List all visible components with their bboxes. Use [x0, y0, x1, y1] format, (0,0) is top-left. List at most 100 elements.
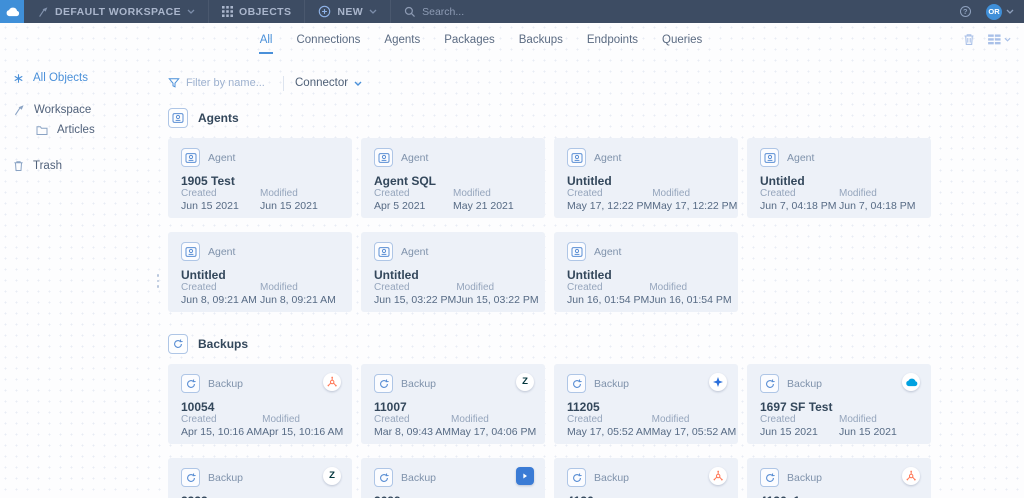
object-card[interactable]: Backup 4136 Created Modified	[554, 458, 738, 498]
global-search[interactable]	[391, 0, 545, 23]
created-label: Created	[760, 414, 839, 425]
created-value: Mar 8, 09:43 AM	[374, 426, 451, 438]
view-toggle[interactable]	[988, 34, 1011, 45]
object-card[interactable]: Backup 11205 Created May 17, 05:52 AM Mo…	[554, 364, 738, 444]
sidebar-item-workspace[interactable]: Workspace	[0, 98, 160, 122]
created-value: Jun 15, 03:22 PM	[374, 294, 456, 306]
modified-value: May 21 2021	[453, 200, 532, 212]
tab-endpoints[interactable]: Endpoints	[586, 25, 639, 54]
agent-icon	[374, 148, 393, 167]
object-card[interactable]: Backup Z 11007 Created Mar 8, 09:43 AM M…	[361, 364, 545, 444]
new-button[interactable]: NEW	[305, 0, 390, 23]
card-name: 10054	[181, 400, 339, 414]
zendesk-icon: Z	[323, 467, 341, 485]
workspace-selector[interactable]: DEFAULT WORKSPACE	[24, 0, 208, 23]
tab-agents[interactable]: Agents	[383, 25, 421, 54]
backup-icon	[168, 334, 188, 354]
objects-button[interactable]: OBJECTS	[209, 0, 304, 23]
card-name: 4136	[567, 494, 725, 498]
asterisk-icon	[13, 73, 24, 84]
card-type-label: Backup	[401, 472, 436, 484]
modified-value: Jun 8, 09:21 AM	[260, 294, 339, 306]
tabs: All Connections Agents Packages Backups …	[259, 25, 704, 54]
created-value: Apr 5 2021	[374, 200, 453, 212]
app-window: DEFAULT WORKSPACE OBJECTS NEW	[0, 0, 1024, 498]
tab-connections[interactable]: Connections	[295, 25, 361, 54]
trash-icon	[13, 160, 24, 172]
object-card[interactable]: Backup 1697 SF Test Created Jun 15 2021 …	[747, 364, 931, 444]
modified-value: May 17, 05:52 AM	[652, 426, 737, 438]
sidebar-item-trash[interactable]: Trash	[0, 154, 160, 178]
funnel-icon	[168, 77, 180, 89]
plus-circle-icon	[318, 5, 331, 18]
tab-backups[interactable]: Backups	[518, 25, 564, 54]
modified-value: Jun 15, 03:22 PM	[456, 294, 538, 306]
help-icon[interactable]: ?	[959, 5, 972, 18]
backup-icon	[181, 374, 200, 393]
card-name: Untitled	[760, 174, 918, 188]
delete-icon[interactable]	[963, 33, 975, 46]
bluebox-icon	[516, 467, 534, 485]
card-name: Untitled	[181, 268, 339, 282]
modified-value: May 17, 12:22 PM	[652, 200, 737, 212]
backups-section-header: Backups	[168, 334, 1024, 354]
created-label: Created	[181, 282, 260, 293]
agents-grid: Agent 1905 Test Created Jun 15 2021 Modi…	[168, 138, 1024, 312]
created-value: Jun 15 2021	[181, 200, 260, 212]
modified-value: Jun 16, 01:54 PM	[649, 294, 731, 306]
card-name: 1905 Test	[181, 174, 339, 188]
card-type-label: Agent	[401, 246, 428, 258]
object-card[interactable]: Backup 10054 Created Apr 15, 10:16 AM Mo…	[168, 364, 352, 444]
hubspot-icon	[709, 467, 727, 485]
modified-label: Modified	[260, 282, 339, 293]
object-card[interactable]: Backup 4136_1 Created Modified	[747, 458, 931, 498]
object-card[interactable]: Agent Untitled Created Jun 15, 03:22 PM …	[361, 232, 545, 312]
folder-icon	[36, 125, 48, 136]
user-menu[interactable]: OR	[986, 4, 1014, 20]
filter-by-name-input[interactable]	[186, 77, 272, 89]
created-label: Created	[567, 414, 652, 425]
app-logo[interactable]	[0, 0, 24, 23]
card-name: 2333	[181, 494, 339, 498]
object-card[interactable]: Agent Agent SQL Created Apr 5 2021 Modif…	[361, 138, 545, 218]
section-title: Agents	[198, 111, 239, 125]
object-card[interactable]: Agent 1905 Test Created Jun 15 2021 Modi…	[168, 138, 352, 218]
created-value: May 17, 05:52 AM	[567, 426, 652, 438]
modified-label: Modified	[652, 414, 737, 425]
tab-queries[interactable]: Queries	[661, 25, 703, 54]
backup-icon	[181, 468, 200, 487]
tab-packages[interactable]: Packages	[443, 25, 496, 54]
tab-all[interactable]: All	[259, 25, 274, 54]
sidebar: All Objects Workspace Articles Trash	[0, 56, 160, 498]
object-card[interactable]: Backup Z 2333 Created Modified	[168, 458, 352, 498]
connector-filter-dropdown[interactable]: Connector	[295, 77, 362, 89]
sidebar-item-articles[interactable]: Articles	[0, 122, 160, 142]
object-card[interactable]: Agent Untitled Created Jun 7, 04:18 PM M…	[747, 138, 931, 218]
modified-label: Modified	[839, 414, 918, 425]
search-input[interactable]	[422, 6, 532, 18]
card-type-label: Agent	[594, 246, 621, 258]
card-type-label: Agent	[787, 152, 814, 164]
modified-label: Modified	[260, 188, 339, 199]
salesforce-icon	[902, 373, 920, 391]
modified-label: Modified	[652, 188, 737, 199]
card-type-label: Backup	[594, 378, 629, 390]
backup-icon	[760, 468, 779, 487]
object-card[interactable]: Backup 3699 Created Modified	[361, 458, 545, 498]
filter-divider	[283, 76, 284, 91]
name-filter[interactable]	[168, 77, 272, 89]
sidebar-resize-handle[interactable]	[157, 274, 160, 288]
agent-icon	[760, 148, 779, 167]
object-card[interactable]: Agent Untitled Created May 17, 12:22 PM …	[554, 138, 738, 218]
backup-icon	[760, 374, 779, 393]
modified-label: Modified	[839, 188, 918, 199]
created-label: Created	[181, 188, 260, 199]
card-name: Untitled	[567, 174, 725, 188]
created-label: Created	[567, 282, 649, 293]
sidebar-item-all-objects[interactable]: All Objects	[0, 66, 160, 90]
modified-value: Jun 15 2021	[260, 200, 339, 212]
avatar: OR	[986, 4, 1002, 20]
object-card[interactable]: Agent Untitled Created Jun 16, 01:54 PM …	[554, 232, 738, 312]
cloud-logo-icon	[5, 6, 20, 17]
object-card[interactable]: Agent Untitled Created Jun 8, 09:21 AM M…	[168, 232, 352, 312]
